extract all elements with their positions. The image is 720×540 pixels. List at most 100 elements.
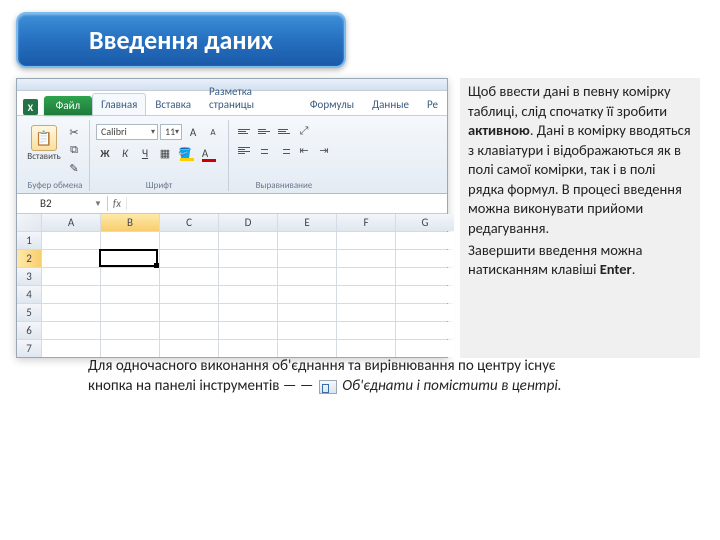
cell[interactable] xyxy=(160,268,218,285)
indent-dec-button[interactable]: ⇤ xyxy=(295,142,313,158)
col-header[interactable]: G xyxy=(396,214,454,231)
paste-button[interactable]: 📋 Вставить xyxy=(27,122,61,172)
cell[interactable] xyxy=(219,250,277,267)
col-header[interactable]: B xyxy=(101,214,159,231)
row-header[interactable]: 4 xyxy=(17,286,41,303)
tab-insert[interactable]: Вставка xyxy=(146,93,200,115)
cell[interactable] xyxy=(160,322,218,339)
cell[interactable] xyxy=(278,286,336,303)
cell[interactable] xyxy=(101,232,159,249)
cell[interactable] xyxy=(337,286,395,303)
cell[interactable] xyxy=(42,322,100,339)
cell[interactable] xyxy=(160,250,218,267)
orientation-button[interactable]: ⤢ xyxy=(295,123,313,139)
font-size-combo[interactable]: 11 xyxy=(160,124,182,140)
align-middle-button[interactable] xyxy=(255,123,273,139)
cell[interactable] xyxy=(337,322,395,339)
cell[interactable] xyxy=(396,286,454,303)
spreadsheet-grid[interactable]: A B C D E F G 1 2 3 4 5 6 7 xyxy=(17,214,447,357)
copy-button[interactable]: ⧉ xyxy=(65,142,83,158)
cell[interactable] xyxy=(396,340,454,357)
cell[interactable] xyxy=(278,322,336,339)
tab-formulas[interactable]: Формулы xyxy=(301,93,363,115)
cell[interactable] xyxy=(337,250,395,267)
align-left-button[interactable] xyxy=(235,142,253,158)
cell[interactable] xyxy=(160,304,218,321)
tab-review[interactable]: Ре xyxy=(418,93,447,115)
cell[interactable] xyxy=(219,232,277,249)
font-color-button[interactable]: A xyxy=(196,144,214,162)
fill-color-button[interactable]: 🪣 xyxy=(176,144,194,162)
cell[interactable] xyxy=(219,340,277,357)
border-button[interactable]: ▦ xyxy=(156,144,174,162)
cell[interactable] xyxy=(160,286,218,303)
cell[interactable] xyxy=(396,304,454,321)
cell[interactable] xyxy=(219,322,277,339)
cell[interactable] xyxy=(337,304,395,321)
file-tab[interactable]: Файл xyxy=(44,96,93,115)
col-header[interactable]: D xyxy=(219,214,277,231)
cell[interactable] xyxy=(101,250,159,267)
col-header[interactable]: F xyxy=(337,214,395,231)
col-header[interactable]: C xyxy=(160,214,218,231)
cell[interactable] xyxy=(219,304,277,321)
cell[interactable] xyxy=(160,232,218,249)
cell[interactable] xyxy=(101,304,159,321)
col-header[interactable]: E xyxy=(278,214,336,231)
tab-home[interactable]: Главная xyxy=(92,93,146,115)
cell[interactable] xyxy=(219,286,277,303)
align-bottom-button[interactable] xyxy=(275,123,293,139)
bold-button[interactable]: Ж xyxy=(96,144,114,162)
italic-button[interactable]: К xyxy=(116,144,134,162)
cell[interactable] xyxy=(101,340,159,357)
cell[interactable] xyxy=(337,232,395,249)
cell[interactable] xyxy=(396,268,454,285)
cell[interactable] xyxy=(396,232,454,249)
shrink-font-button[interactable]: A xyxy=(204,123,222,141)
cell[interactable] xyxy=(42,286,100,303)
cell[interactable] xyxy=(337,268,395,285)
cell[interactable] xyxy=(278,304,336,321)
indent-inc-button[interactable]: ⇥ xyxy=(315,142,333,158)
row-header[interactable]: 2 xyxy=(17,250,41,267)
cell[interactable] xyxy=(101,268,159,285)
cut-button[interactable]: ✂ xyxy=(65,124,83,140)
align-group: ⤢ ⇤ ⇥ Выравнивание xyxy=(229,120,339,191)
cell[interactable] xyxy=(101,322,159,339)
align-top-button[interactable] xyxy=(235,123,253,139)
underline-button[interactable]: Ч xyxy=(136,144,154,162)
cell[interactable] xyxy=(278,232,336,249)
row-header[interactable]: 3 xyxy=(17,268,41,285)
cell[interactable] xyxy=(42,232,100,249)
cell[interactable] xyxy=(101,286,159,303)
cell[interactable] xyxy=(278,268,336,285)
cell[interactable] xyxy=(396,250,454,267)
grow-font-button[interactable]: A xyxy=(184,123,202,141)
cell[interactable] xyxy=(42,340,100,357)
row-header[interactable]: 6 xyxy=(17,322,41,339)
row-header[interactable]: 7 xyxy=(17,340,41,357)
select-all-corner[interactable] xyxy=(17,214,41,231)
row-header[interactable]: 5 xyxy=(17,304,41,321)
name-box-dropdown[interactable]: ▼ xyxy=(91,199,105,209)
cell[interactable] xyxy=(337,340,395,357)
cell[interactable] xyxy=(42,268,100,285)
fmtpaint-button[interactable]: ✎ xyxy=(65,160,83,176)
fx-icon[interactable]: fx xyxy=(108,197,127,210)
tab-pagelayout[interactable]: Разметка страницы xyxy=(200,80,301,115)
cell[interactable] xyxy=(219,268,277,285)
cell[interactable] xyxy=(396,322,454,339)
row-header[interactable]: 1 xyxy=(17,232,41,249)
name-box[interactable]: B2 xyxy=(37,196,91,211)
align-right-button[interactable] xyxy=(275,142,293,158)
cell[interactable] xyxy=(42,250,100,267)
font-group-label: Шрифт xyxy=(146,180,172,191)
cell[interactable] xyxy=(160,340,218,357)
col-header[interactable]: A xyxy=(42,214,100,231)
cell[interactable] xyxy=(278,250,336,267)
align-center-button[interactable] xyxy=(255,142,273,158)
tab-data[interactable]: Данные xyxy=(363,93,418,115)
cell[interactable] xyxy=(42,304,100,321)
cell[interactable] xyxy=(278,340,336,357)
font-name-combo[interactable]: Calibri xyxy=(96,124,158,140)
